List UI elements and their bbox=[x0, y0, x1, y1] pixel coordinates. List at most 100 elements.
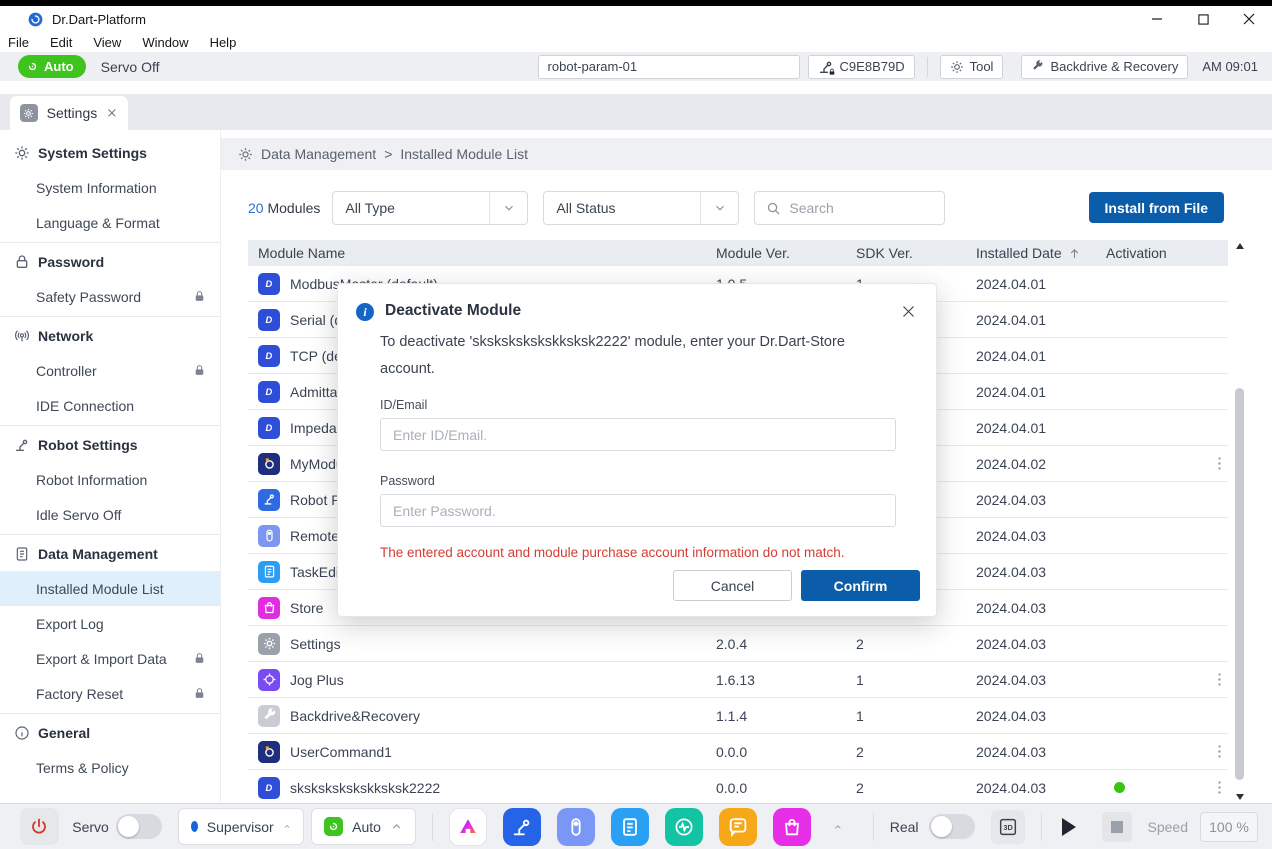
sidebar-item-robot-information[interactable]: Robot Information bbox=[0, 462, 220, 497]
breadcrumb: Data Management > Installed Module List bbox=[221, 138, 1272, 170]
module-name: UserCommand1 bbox=[290, 744, 392, 760]
scroll-up-icon[interactable] bbox=[1236, 243, 1244, 249]
table-row[interactable]: Settings2.0.422024.04.03 bbox=[248, 626, 1228, 662]
installed-date-cell: 2024.04.03 bbox=[966, 708, 1096, 724]
sidebar-header-password[interactable]: Password bbox=[0, 245, 220, 279]
sidebar-section: PasswordSafety Password bbox=[0, 243, 220, 317]
breadcrumb-section[interactable]: Data Management bbox=[261, 146, 376, 162]
sidebar-item-label: IDE Connection bbox=[36, 398, 134, 414]
robot-param-input[interactable] bbox=[538, 55, 800, 79]
sidebar-item-idle-servo-off[interactable]: Idle Servo Off bbox=[0, 497, 220, 532]
sidebar-header-robot-settings[interactable]: Robot Settings bbox=[0, 428, 220, 462]
sidebar-item-controller[interactable]: Controller bbox=[0, 353, 220, 388]
sidebar-header-label: Robot Settings bbox=[38, 437, 138, 453]
col-installed-date[interactable]: Installed Date bbox=[966, 245, 1096, 261]
module-name: Store bbox=[290, 600, 323, 616]
sidebar-header-network[interactable]: Network bbox=[0, 319, 220, 353]
id-email-field[interactable] bbox=[380, 418, 896, 451]
sidebar-header-general[interactable]: General bbox=[0, 716, 220, 750]
menu-edit[interactable]: Edit bbox=[48, 35, 74, 50]
installed-date-cell: 2024.04.03 bbox=[966, 564, 1096, 580]
module-name-cell: Jog Plus bbox=[248, 669, 706, 691]
doosan-d-icon: D bbox=[258, 345, 280, 367]
table-row[interactable]: UserCommand10.0.022024.04.03 bbox=[248, 734, 1228, 770]
table-row[interactable]: Dskskskskskskksksk22220.0.022024.04.03 bbox=[248, 770, 1228, 803]
view-3d-button[interactable]: 3D bbox=[991, 810, 1025, 844]
chevron-down-icon bbox=[489, 192, 527, 224]
role-select[interactable]: Supervisor bbox=[178, 808, 304, 845]
sidebar-header-data-management[interactable]: Data Management bbox=[0, 537, 220, 571]
dock-log-icon[interactable] bbox=[719, 808, 757, 846]
dock-robot-icon[interactable] bbox=[503, 808, 541, 846]
kebab-menu-icon[interactable] bbox=[1211, 779, 1228, 796]
tabstrip: Settings bbox=[0, 94, 1272, 130]
module-ver-cell: 2.0.4 bbox=[706, 636, 846, 652]
kebab-menu-icon[interactable] bbox=[1211, 455, 1228, 472]
sidebar-item-export-import-data[interactable]: Export & Import Data bbox=[0, 641, 220, 676]
kebab-menu-icon[interactable] bbox=[1211, 671, 1228, 688]
speed-value[interactable]: 100 % bbox=[1200, 812, 1258, 842]
sidebar-header-system-settings[interactable]: System Settings bbox=[0, 136, 220, 170]
status-filter-select[interactable]: All Status bbox=[543, 191, 739, 225]
dialog-close-icon[interactable] bbox=[901, 304, 916, 319]
sidebar-item-terms-policy[interactable]: Terms & Policy bbox=[0, 750, 220, 785]
vertical-scrollbar[interactable] bbox=[1233, 240, 1246, 803]
dock-taskdoc-icon[interactable] bbox=[611, 808, 649, 846]
sidebar-item-factory-reset[interactable]: Factory Reset bbox=[0, 676, 220, 711]
tab-close-icon[interactable] bbox=[106, 107, 118, 119]
menu-help[interactable]: Help bbox=[208, 35, 239, 50]
id-email-label: ID/Email bbox=[380, 398, 894, 412]
module-name: Backdrive&Recovery bbox=[290, 708, 420, 724]
svg-text:D: D bbox=[265, 783, 272, 793]
sidebar-item-export-log[interactable]: Export Log bbox=[0, 606, 220, 641]
menu-view[interactable]: View bbox=[91, 35, 123, 50]
type-filter-select[interactable]: All Type bbox=[332, 191, 528, 225]
minimize-button[interactable] bbox=[1146, 8, 1168, 30]
servo-toggle[interactable] bbox=[116, 814, 162, 839]
power-button[interactable] bbox=[20, 808, 59, 845]
sidebar-item-ide-connection[interactable]: IDE Connection bbox=[0, 388, 220, 423]
close-button[interactable] bbox=[1238, 8, 1260, 30]
speed-label: Speed bbox=[1148, 819, 1188, 835]
menu-file[interactable]: File bbox=[6, 35, 31, 50]
sidebar-item-installed-module-list[interactable]: Installed Module List bbox=[0, 571, 220, 606]
lock-icon bbox=[193, 290, 206, 303]
collapse-chevron-icon[interactable] bbox=[833, 819, 843, 835]
real-sim-toggle[interactable] bbox=[929, 814, 975, 839]
install-from-file-button[interactable]: Install from File bbox=[1089, 192, 1224, 223]
sidebar-item-language-format[interactable]: Language & Format bbox=[0, 205, 220, 240]
module-name: Settings bbox=[290, 636, 341, 652]
confirm-button[interactable]: Confirm bbox=[801, 570, 920, 601]
tool-button[interactable]: Tool bbox=[940, 55, 1004, 79]
dock-monitor-icon[interactable] bbox=[665, 808, 703, 846]
play-button[interactable] bbox=[1062, 818, 1076, 836]
dock-remote-icon[interactable] bbox=[557, 808, 595, 846]
tab-settings[interactable]: Settings bbox=[10, 96, 128, 130]
scroll-down-icon[interactable] bbox=[1236, 794, 1244, 800]
user-command-icon bbox=[258, 453, 280, 475]
module-name: MyModu bbox=[290, 456, 344, 472]
cancel-button[interactable]: Cancel bbox=[673, 570, 792, 601]
gear-icon bbox=[238, 147, 253, 162]
robot-id-button[interactable]: C9E8B79D bbox=[808, 55, 915, 79]
dock-storebag-icon[interactable] bbox=[773, 808, 811, 846]
mode-select[interactable]: Auto bbox=[311, 808, 416, 845]
titlebar: Dr.Dart-Platform bbox=[0, 6, 1272, 32]
password-field[interactable] bbox=[380, 494, 896, 527]
table-row[interactable]: Backdrive&Recovery1.1.412024.04.03 bbox=[248, 698, 1228, 734]
lock-icon bbox=[193, 687, 206, 700]
sidebar-item-safety-password[interactable]: Safety Password bbox=[0, 279, 220, 314]
filter-row: 20 Modules All Type All Status Install f… bbox=[248, 190, 1249, 226]
stop-button[interactable] bbox=[1102, 812, 1132, 842]
backdrive-recovery-button[interactable]: Backdrive & Recovery bbox=[1021, 55, 1188, 79]
scrollbar-thumb[interactable] bbox=[1235, 388, 1244, 780]
sidebar-item-system-information[interactable]: System Information bbox=[0, 170, 220, 205]
bottombar-separator bbox=[1041, 813, 1042, 841]
menu-window[interactable]: Window bbox=[140, 35, 190, 50]
kebab-menu-icon[interactable] bbox=[1211, 743, 1228, 760]
search-box[interactable] bbox=[754, 191, 945, 225]
search-input[interactable] bbox=[789, 200, 919, 216]
table-row[interactable]: Jog Plus1.6.1312024.04.03 bbox=[248, 662, 1228, 698]
maximize-button[interactable] bbox=[1192, 8, 1214, 30]
dock-home-icon[interactable] bbox=[449, 808, 487, 846]
